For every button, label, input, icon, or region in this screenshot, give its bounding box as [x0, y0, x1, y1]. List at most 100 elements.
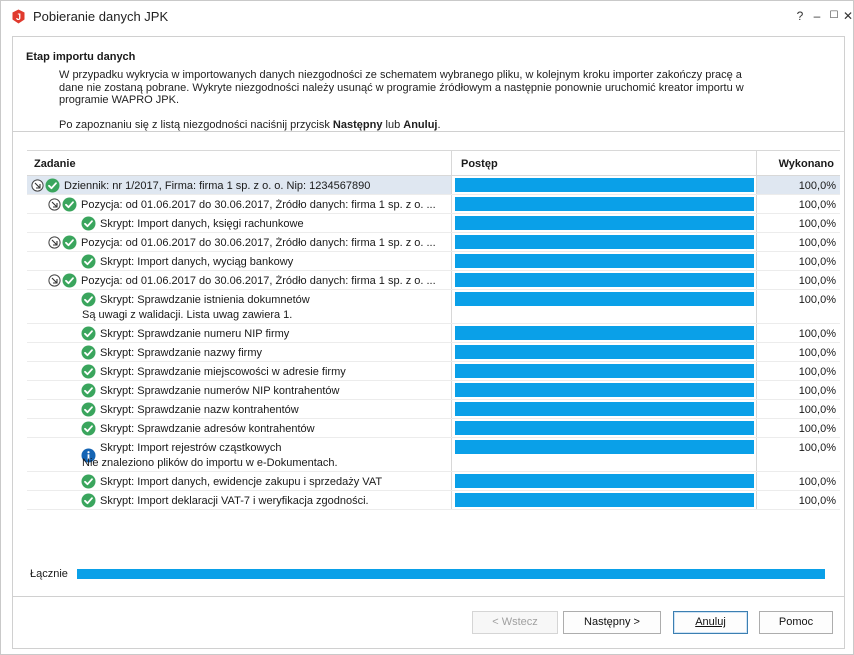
minimize-button[interactable]: –: [808, 7, 826, 25]
column-divider: [451, 381, 452, 399]
row-progress-fill: [455, 273, 754, 287]
help-button[interactable]: Pomoc: [759, 611, 833, 634]
task-cell: Skrypt: Sprawdzanie nazwy firmy: [27, 343, 451, 361]
table-row[interactable]: Pozycja: od 01.06.2017 do 30.06.2017, Źr…: [27, 271, 840, 290]
success-check-icon: [62, 273, 77, 288]
done-cell: 100,0%: [757, 472, 840, 490]
table-row[interactable]: Skrypt: Import danych, wyciąg bankowy 100…: [27, 252, 840, 271]
done-percent: 100,0%: [798, 385, 836, 397]
column-divider[interactable]: [451, 151, 452, 175]
table-row[interactable]: Pozycja: od 01.06.2017 do 30.06.2017, Źr…: [27, 195, 840, 214]
row-progress-fill: [455, 364, 754, 378]
task-cell: Pozycja: od 01.06.2017 do 30.06.2017, Źr…: [27, 233, 451, 251]
task-label: Pozycja: od 01.06.2017 do 30.06.2017, Źr…: [81, 237, 436, 249]
row-progress-fill: [455, 254, 754, 268]
table-row[interactable]: Pozycja: od 01.06.2017 do 30.06.2017, Źr…: [27, 233, 840, 252]
column-divider: [451, 343, 452, 361]
row-progress-bar: [455, 326, 754, 340]
table-row[interactable]: Skrypt: Sprawdzanie istnienia dokumnetów…: [27, 290, 840, 324]
row-progress-fill: [455, 292, 754, 306]
table-row[interactable]: Dziennik: nr 1/2017, Firma: firma 1 sp. …: [27, 176, 840, 195]
table-row[interactable]: Skrypt: Sprawdzanie numerów NIP kontrahe…: [27, 381, 840, 400]
success-check-icon: [45, 178, 60, 193]
collapse-expander-icon[interactable]: [48, 274, 61, 287]
done-cell: 100,0%: [757, 343, 840, 361]
column-divider: [451, 290, 452, 323]
table-row[interactable]: Skrypt: Sprawdzanie nazwy firmy 100,0%: [27, 343, 840, 362]
back-button[interactable]: < Wstecz: [472, 611, 558, 634]
table-row[interactable]: Skrypt: Import danych, ewidencje zakupu …: [27, 472, 840, 491]
success-check-icon: [81, 326, 96, 341]
collapse-expander-icon[interactable]: [48, 198, 61, 211]
column-header-task[interactable]: Zadanie: [34, 158, 76, 170]
done-percent: 100,0%: [798, 256, 836, 268]
table-row[interactable]: Skrypt: Sprawdzanie adresów kontrahentów…: [27, 419, 840, 438]
table-row[interactable]: Skrypt: Import deklaracji VAT-7 i weryfi…: [27, 491, 840, 510]
task-label: Skrypt: Import deklaracji VAT-7 i weryfi…: [100, 495, 369, 507]
cancel-button[interactable]: Anuluj: [673, 611, 748, 634]
hint-suffix: .: [437, 119, 441, 131]
row-progress-bar: [455, 345, 754, 359]
done-cell: 100,0%: [757, 214, 840, 232]
column-divider: [451, 252, 452, 270]
task-cell: Skrypt: Sprawdzanie istnienia dokumnetów…: [27, 290, 451, 323]
done-cell: 100,0%: [757, 271, 840, 289]
done-cell: 100,0%: [757, 400, 840, 418]
row-progress-bar: [455, 197, 754, 211]
done-percent: 100,0%: [798, 294, 836, 306]
row-progress-fill: [455, 440, 754, 454]
hint-cancel: Anuluj: [403, 119, 438, 131]
row-progress-bar: [455, 178, 754, 192]
button-bar: < Wstecz Następny > Anuluj Pomoc: [12, 597, 845, 649]
task-label: Skrypt: Sprawdzanie numeru NIP firmy: [100, 328, 290, 340]
column-header-progress[interactable]: Postęp: [461, 158, 498, 170]
done-percent: 100,0%: [798, 495, 836, 507]
task-cell: Skrypt: Sprawdzanie numeru NIP firmy: [27, 324, 451, 342]
task-cell: Skrypt: Sprawdzanie miejscowości w adres…: [27, 362, 451, 380]
table-row[interactable]: Skrypt: Sprawdzanie miejscowości w adres…: [27, 362, 840, 381]
row-progress-bar: [455, 493, 754, 507]
table-row[interactable]: Skrypt: Import danych, księgi rachunkowe…: [27, 214, 840, 233]
success-check-icon: [62, 235, 77, 250]
task-label: Pozycja: od 01.06.2017 do 30.06.2017, Źr…: [81, 275, 436, 287]
window-title: Pobieranie danych JPK: [33, 9, 169, 24]
task-note: Są uwagi z walidacji. Lista uwag zawiera…: [82, 309, 293, 321]
done-percent: 100,0%: [798, 199, 836, 211]
collapse-expander-icon[interactable]: [31, 179, 44, 192]
table-row[interactable]: Skrypt: Sprawdzanie nazw kontrahentów 100…: [27, 400, 840, 419]
total-progress-fill: [77, 569, 825, 579]
task-cell: Skrypt: Import rejestrów cząstkowych Nie …: [27, 438, 451, 471]
done-cell: 100,0%: [757, 290, 840, 323]
row-progress-fill: [455, 235, 754, 249]
task-label: Skrypt: Sprawdzanie istnienia dokumnetów: [100, 294, 310, 306]
column-divider: [451, 400, 452, 418]
column-divider: [451, 472, 452, 490]
help-title-button[interactable]: ?: [791, 7, 809, 25]
table-row[interactable]: Skrypt: Import rejestrów cząstkowych Nie …: [27, 438, 840, 472]
row-progress-fill: [455, 345, 754, 359]
task-label: Skrypt: Sprawdzanie nazw kontrahentów: [100, 404, 299, 416]
row-progress-bar: [455, 273, 754, 287]
success-check-icon: [62, 197, 77, 212]
done-cell: 100,0%: [757, 438, 840, 471]
hint-next: Następny: [332, 119, 383, 131]
column-divider[interactable]: [756, 151, 757, 175]
task-grid[interactable]: Zadanie Postęp Wykonano Dziennik: nr 1/2…: [27, 150, 840, 510]
row-progress-bar: [455, 216, 754, 230]
close-button[interactable]: ✕: [839, 7, 854, 25]
task-cell: Pozycja: od 01.06.2017 do 30.06.2017, Źr…: [27, 195, 451, 213]
next-button[interactable]: Następny >: [563, 611, 661, 634]
total-progress-bar: [77, 569, 825, 579]
column-header-done[interactable]: Wykonano: [779, 158, 834, 170]
done-percent: 100,0%: [798, 218, 836, 230]
done-percent: 100,0%: [798, 237, 836, 249]
app-logo-icon: J: [12, 9, 25, 24]
task-label: Skrypt: Import danych, księgi rachunkowe: [100, 218, 304, 230]
collapse-expander-icon[interactable]: [48, 236, 61, 249]
row-progress-fill: [455, 197, 754, 211]
task-cell: Skrypt: Import danych, wyciąg bankowy: [27, 252, 451, 270]
table-row[interactable]: Skrypt: Sprawdzanie numeru NIP firmy 100,…: [27, 324, 840, 343]
task-label: Skrypt: Sprawdzanie numerów NIP kontrahe…: [100, 385, 340, 397]
task-cell: Skrypt: Import deklaracji VAT-7 i weryfi…: [27, 491, 451, 509]
hint-mid: lub: [382, 119, 404, 131]
